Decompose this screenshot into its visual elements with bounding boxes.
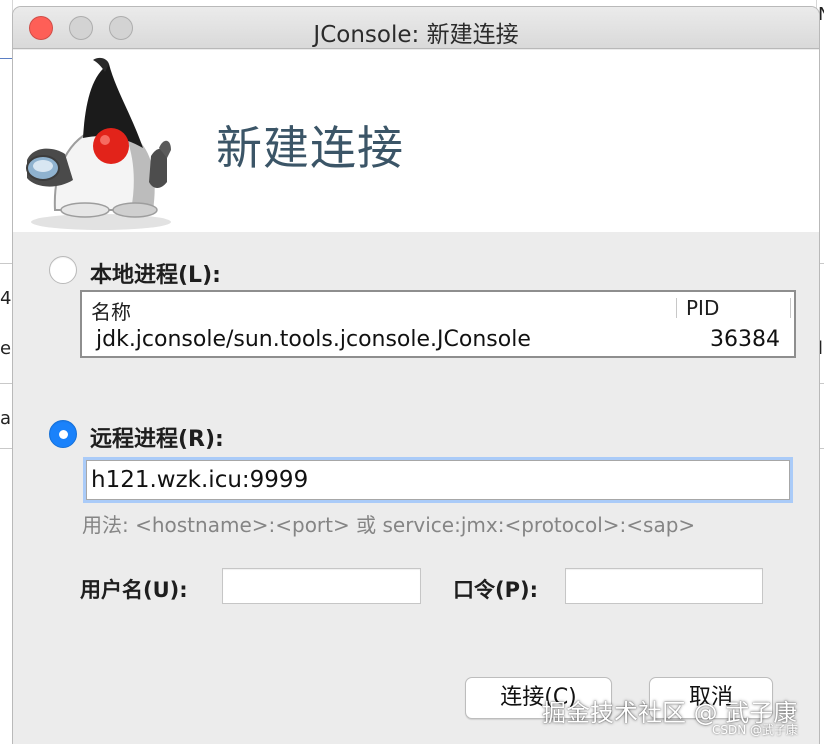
column-header-pid[interactable]: PID [686, 296, 719, 320]
header-banner: 新建连接 [13, 50, 819, 232]
background-divider [0, 383, 13, 384]
background-divider [0, 263, 13, 264]
remote-process-label: 远程进程(R): [90, 427, 224, 452]
table-header: 名称 PID [82, 292, 794, 325]
java-duke-mascot-icon [13, 50, 173, 236]
column-separator [790, 298, 791, 318]
local-process-table[interactable]: 名称 PID jdk.jconsole/sun.tools.jconsole.J… [80, 290, 796, 358]
header-title: 新建连接 [216, 121, 404, 175]
password-field[interactable] [565, 568, 763, 604]
process-name-cell: jdk.jconsole/sun.tools.jconsole.JConsole [96, 327, 531, 352]
username-field[interactable] [222, 568, 421, 604]
password-label: 口令(P): [453, 578, 538, 602]
username-label: 用户名(U): [80, 578, 188, 602]
table-row[interactable]: jdk.jconsole/sun.tools.jconsole.JConsole… [82, 325, 794, 355]
remote-process-input[interactable] [86, 460, 790, 500]
watermark-sub: CSDN @武子康 [712, 723, 799, 737]
window-title: JConsole: 新建连接 [313, 22, 519, 48]
background-text-fragment: a [0, 408, 12, 429]
background-divider [0, 58, 13, 59]
background-text-fragment: 4 [0, 288, 12, 309]
background-left-strip [0, 0, 13, 744]
local-process-radio[interactable] [49, 256, 77, 284]
window-titlebar: JConsole: 新建连接 [13, 7, 819, 49]
local-process-label: 本地进程(L): [90, 263, 221, 288]
column-header-name[interactable]: 名称 [91, 296, 131, 325]
process-pid-cell: 36384 [710, 327, 780, 352]
usage-hint: 用法: <hostname>:<port> 或 service:jmx:<pro… [82, 513, 696, 537]
column-separator [676, 298, 677, 318]
new-connection-dialog: JConsole: 新建连接 新建连接 本地进程(L): 名称 PID jdk.… [13, 7, 819, 744]
background-divider [0, 448, 13, 449]
background-text-fragment: e [0, 338, 12, 359]
remote-process-radio[interactable] [49, 420, 77, 448]
